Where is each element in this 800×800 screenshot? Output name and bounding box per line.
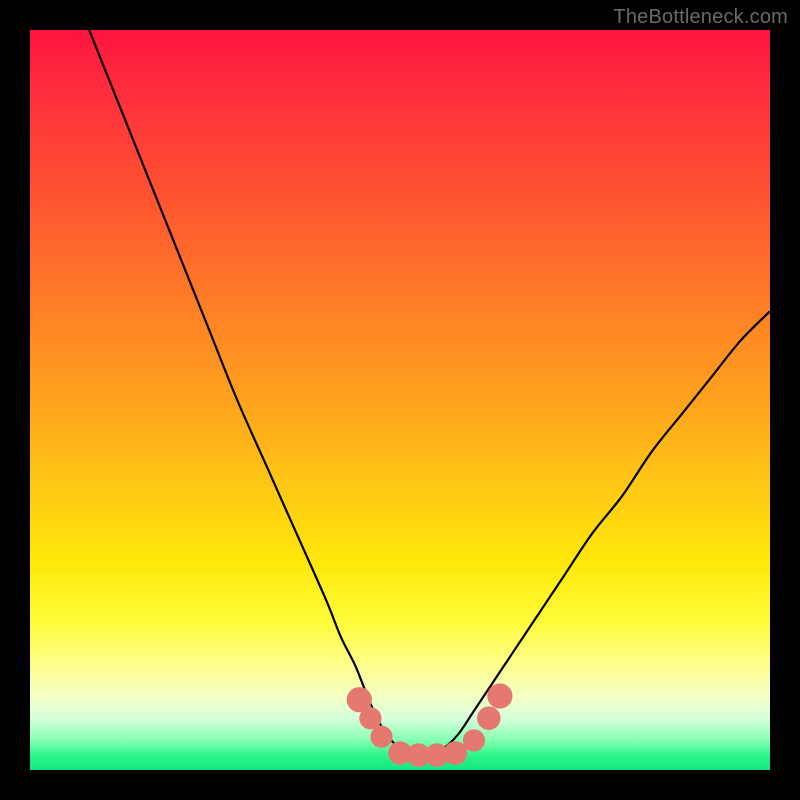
curve-marker bbox=[347, 687, 372, 712]
curve-marker bbox=[477, 706, 501, 730]
curve-markers bbox=[347, 683, 513, 767]
chart-frame: TheBottleneck.com bbox=[0, 0, 800, 800]
curve-marker bbox=[487, 683, 512, 708]
curve-marker bbox=[359, 707, 381, 729]
curve-marker bbox=[407, 743, 431, 767]
curve-marker bbox=[425, 743, 449, 767]
curve-marker bbox=[370, 726, 392, 748]
curve-marker bbox=[444, 741, 468, 765]
plot-area bbox=[30, 30, 770, 770]
curve-marker bbox=[463, 729, 485, 751]
bottleneck-curve bbox=[89, 30, 770, 756]
curve-marker bbox=[388, 741, 412, 765]
curve-layer bbox=[30, 30, 770, 770]
watermark-text: TheBottleneck.com bbox=[613, 6, 788, 29]
